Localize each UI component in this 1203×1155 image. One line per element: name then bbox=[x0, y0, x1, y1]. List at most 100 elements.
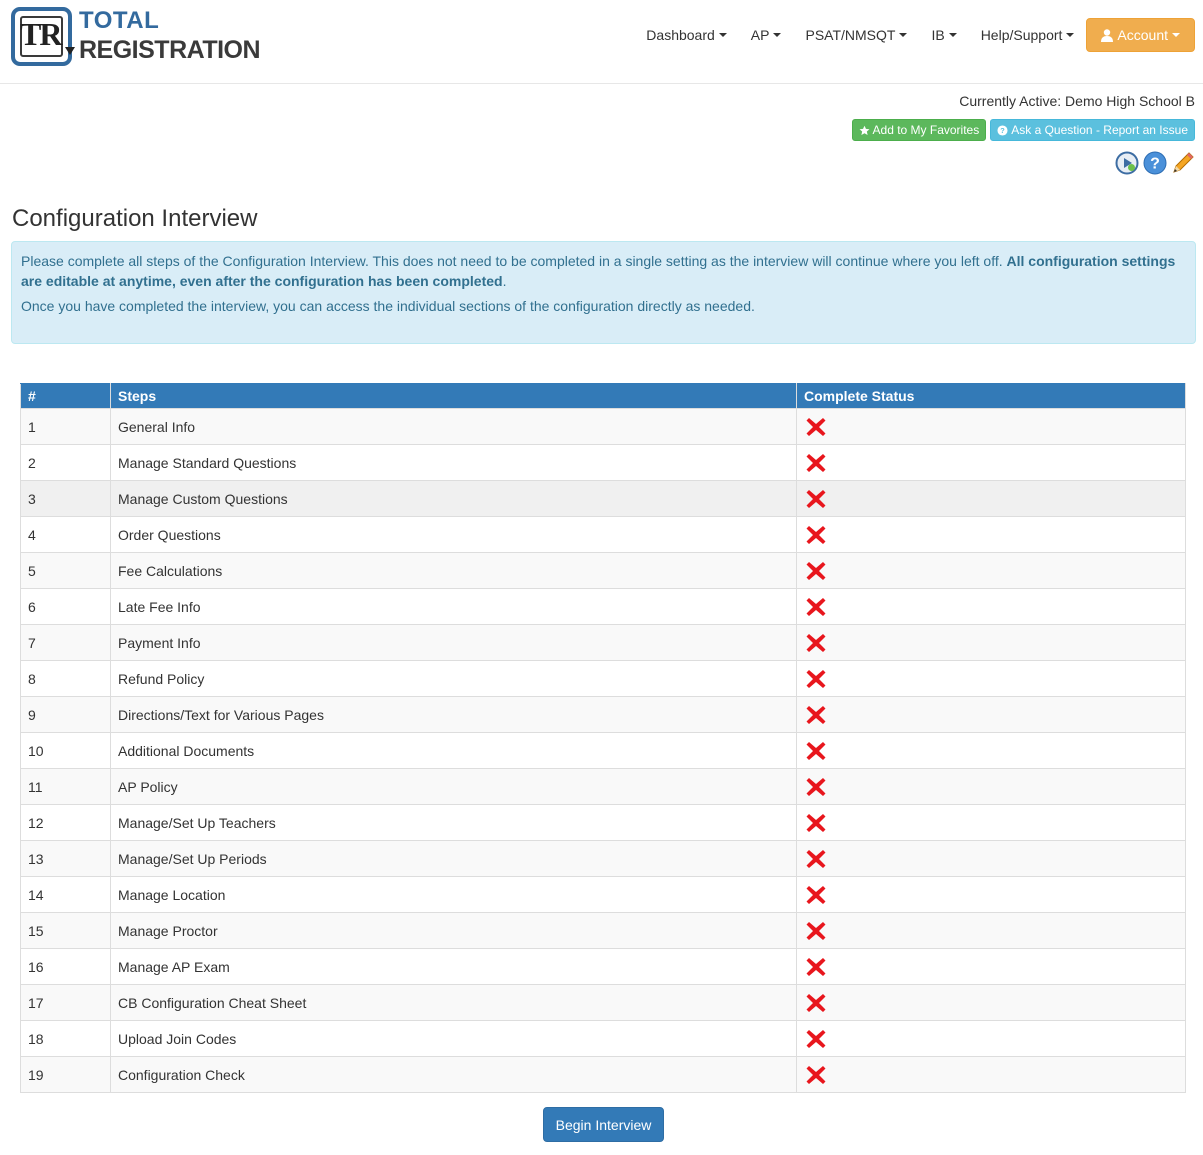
header-complete-status: Complete Status bbox=[796, 383, 1186, 409]
red-x-icon bbox=[806, 417, 826, 436]
star-icon bbox=[859, 125, 869, 135]
ask-question-button[interactable]: ? Ask a Question - Report an Issue bbox=[990, 119, 1195, 141]
step-complete-status bbox=[796, 552, 1186, 589]
caret-down-icon bbox=[899, 33, 908, 37]
caret-down-icon bbox=[948, 33, 957, 37]
step-name: Upload Join Codes bbox=[110, 1020, 797, 1057]
table-row: 7 Payment Info bbox=[20, 624, 1186, 661]
step-name: Manage/Set Up Teachers bbox=[110, 804, 797, 841]
step-name: Additional Documents bbox=[110, 732, 797, 769]
step-number: 2 bbox=[20, 444, 111, 481]
question-circle-icon: ? bbox=[997, 124, 1008, 136]
red-x-icon bbox=[806, 993, 826, 1012]
header-number: # bbox=[20, 383, 111, 409]
total-registration-logo[interactable]: TR TOTAL REGISTRATION bbox=[11, 7, 261, 69]
step-name: Late Fee Info bbox=[110, 588, 797, 625]
table-row: 5 Fee Calculations bbox=[20, 552, 1186, 589]
alert-paragraph-2: Once you have completed the interview, y… bbox=[21, 298, 755, 314]
caret-down-icon bbox=[1066, 33, 1075, 37]
nav-ap-dropdown[interactable]: AP bbox=[739, 18, 794, 52]
video-tutorial-icon[interactable] bbox=[1115, 151, 1139, 175]
table-row: 2 Manage Standard Questions bbox=[20, 444, 1186, 481]
step-name: Payment Info bbox=[110, 624, 797, 661]
step-number: 5 bbox=[20, 552, 111, 589]
step-number: 14 bbox=[20, 876, 111, 913]
step-number: 9 bbox=[20, 696, 111, 733]
add-to-favorites-button[interactable]: Add to My Favorites bbox=[851, 119, 987, 141]
step-name: CB Configuration Cheat Sheet bbox=[110, 984, 797, 1021]
step-name: Manage Location bbox=[110, 876, 797, 913]
step-number: 7 bbox=[20, 624, 111, 661]
configuration-steps-table: # Steps Complete Status 1 General Info 2 Ma… bbox=[20, 383, 1186, 1093]
logo-text-total: TOTAL bbox=[79, 7, 160, 34]
table-row: 9 Directions/Text for Various Pages bbox=[20, 696, 1186, 733]
table-row: 6 Late Fee Info bbox=[20, 588, 1186, 625]
step-number: 18 bbox=[20, 1020, 111, 1057]
svg-text:?: ? bbox=[1000, 126, 1005, 135]
step-complete-status bbox=[796, 948, 1186, 985]
red-x-icon bbox=[806, 1065, 826, 1084]
step-number: 10 bbox=[20, 732, 111, 769]
page-action-buttons: Add to My Favorites ? Ask a Question - R… bbox=[851, 119, 1195, 141]
help-icon[interactable]: ? bbox=[1143, 151, 1167, 175]
step-complete-status bbox=[796, 624, 1186, 661]
step-name: Refund Policy bbox=[110, 660, 797, 697]
red-x-icon bbox=[806, 669, 826, 688]
account-dropdown-button[interactable]: Account bbox=[1086, 18, 1195, 52]
table-row: 10 Additional Documents bbox=[20, 732, 1186, 769]
step-name: General Info bbox=[110, 408, 797, 445]
step-complete-status bbox=[796, 804, 1186, 841]
red-x-icon bbox=[806, 921, 826, 940]
steps-table-body: 1 General Info 2 Manage Standard Questions 3… bbox=[20, 408, 1186, 1093]
step-name: Fee Calculations bbox=[110, 552, 797, 589]
step-complete-status bbox=[796, 912, 1186, 949]
red-x-icon bbox=[806, 489, 826, 508]
step-name: Manage Custom Questions bbox=[110, 480, 797, 517]
logo-text-registration: REGISTRATION bbox=[79, 36, 261, 64]
tool-icons: ? bbox=[1115, 151, 1195, 175]
step-number: 19 bbox=[20, 1056, 111, 1093]
currently-active-school: Currently Active: Demo High School B bbox=[959, 93, 1195, 109]
step-number: 13 bbox=[20, 840, 111, 877]
page-title: Configuration Interview bbox=[12, 205, 258, 232]
red-x-icon bbox=[806, 597, 826, 616]
table-row: 3 Manage Custom Questions bbox=[20, 480, 1186, 517]
step-name: Configuration Check bbox=[110, 1056, 797, 1093]
red-x-icon bbox=[806, 453, 826, 472]
step-name: Manage Standard Questions bbox=[110, 444, 797, 481]
step-complete-status bbox=[796, 408, 1186, 445]
step-complete-status bbox=[796, 876, 1186, 913]
table-row: 19 Configuration Check bbox=[20, 1056, 1186, 1093]
top-navbar: TR TOTAL REGISTRATION Dashboard AP PSAT/… bbox=[0, 0, 1203, 84]
red-x-icon bbox=[806, 525, 826, 544]
step-number: 8 bbox=[20, 660, 111, 697]
step-number: 12 bbox=[20, 804, 111, 841]
red-x-icon bbox=[806, 633, 826, 652]
step-complete-status bbox=[796, 480, 1186, 517]
nav-ib-dropdown[interactable]: IB bbox=[919, 18, 968, 52]
red-x-icon bbox=[806, 561, 826, 580]
step-number: 6 bbox=[20, 588, 111, 625]
table-row: 12 Manage/Set Up Teachers bbox=[20, 804, 1186, 841]
step-number: 1 bbox=[20, 408, 111, 445]
nav-dashboard-dropdown[interactable]: Dashboard bbox=[634, 18, 739, 52]
step-complete-status bbox=[796, 984, 1186, 1021]
nav-help-support-dropdown[interactable]: Help/Support bbox=[969, 18, 1087, 52]
header-steps: Steps bbox=[110, 383, 797, 409]
step-name: Manage Proctor bbox=[110, 912, 797, 949]
red-x-icon bbox=[806, 813, 826, 832]
step-name: Order Questions bbox=[110, 516, 797, 553]
edit-pencil-icon[interactable] bbox=[1171, 151, 1195, 175]
table-row: 18 Upload Join Codes bbox=[20, 1020, 1186, 1057]
step-number: 17 bbox=[20, 984, 111, 1021]
info-alert: Please complete all steps of the Configu… bbox=[11, 241, 1196, 344]
nav-psat-dropdown[interactable]: PSAT/NMSQT bbox=[793, 18, 919, 52]
table-row: 8 Refund Policy bbox=[20, 660, 1186, 697]
red-x-icon bbox=[806, 705, 826, 724]
step-number: 4 bbox=[20, 516, 111, 553]
step-number: 15 bbox=[20, 912, 111, 949]
begin-interview-button[interactable]: Begin Interview bbox=[543, 1107, 664, 1142]
step-complete-status bbox=[796, 696, 1186, 733]
red-x-icon bbox=[806, 885, 826, 904]
step-complete-status bbox=[796, 840, 1186, 877]
